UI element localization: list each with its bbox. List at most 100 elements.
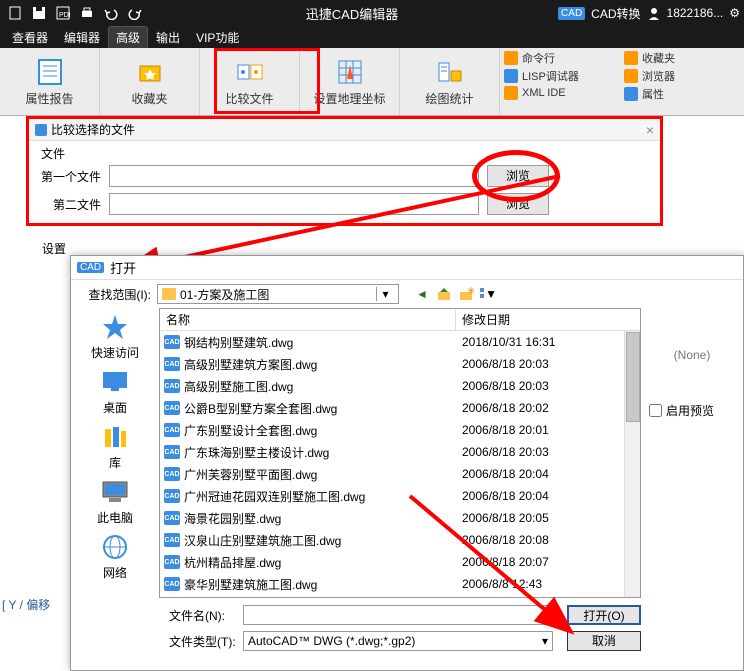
settings-icon[interactable]: ⚙ bbox=[729, 6, 740, 20]
open-sidebar: 快速访问 桌面 库 此电脑 网络 bbox=[71, 308, 159, 598]
cad-file-icon: CAD bbox=[164, 555, 180, 569]
filetype-dropdown[interactable]: AutoCAD™ DWG (*.dwg;*.gp2)▾ bbox=[243, 631, 553, 651]
menu-advanced[interactable]: 高级 bbox=[108, 26, 148, 49]
viewmode-icon[interactable]: ▼ bbox=[479, 285, 497, 303]
sidebar-network[interactable]: 网络 bbox=[97, 532, 133, 581]
enable-preview-checkbox[interactable]: 启用预览 bbox=[649, 402, 735, 419]
ribbon-props[interactable]: 属性 bbox=[624, 86, 706, 102]
scrollbar[interactable] bbox=[624, 331, 640, 597]
svg-text:✳: ✳ bbox=[467, 286, 474, 297]
cad-file-icon: CAD bbox=[164, 445, 180, 459]
sidebar-library[interactable]: 库 bbox=[97, 422, 133, 471]
file1-input[interactable] bbox=[109, 165, 479, 187]
ribbon-geo[interactable]: 设置地理坐标 bbox=[300, 48, 400, 115]
ribbon-cmdline[interactable]: 命令行 bbox=[504, 50, 616, 66]
cad-file-icon: CAD bbox=[164, 335, 180, 349]
compare-title: 比较选择的文件 × bbox=[29, 119, 660, 141]
compare-dialog: 比较选择的文件 × 文件 第一个文件 浏览 第二文件 浏览 bbox=[26, 116, 663, 226]
ribbon-fav2[interactable]: 收藏夹 bbox=[624, 50, 706, 66]
folder-dropdown[interactable]: 01-方案及施工图 ▾ bbox=[157, 284, 399, 304]
table-row[interactable]: CAD广州冠迪花园双连别墅施工图.dwg2006/8/18 20:04 bbox=[160, 485, 640, 507]
app-title: 迅捷CAD编辑器 bbox=[146, 4, 558, 23]
export-icon[interactable]: PDF bbox=[52, 2, 74, 24]
chevron-down-icon: ▾ bbox=[376, 287, 394, 301]
open-title: CAD 打开 bbox=[71, 256, 743, 280]
xmlide-icon bbox=[504, 86, 518, 100]
cad-badge: CAD bbox=[558, 7, 585, 20]
cad-file-icon: CAD bbox=[164, 423, 180, 437]
svg-text:PDF: PDF bbox=[59, 12, 70, 19]
ribbon-attr-report[interactable]: 属性报告 bbox=[0, 48, 100, 115]
workspace: 比较选择的文件 × 文件 第一个文件 浏览 第二文件 浏览 设置 bbox=[0, 116, 744, 669]
user-label[interactable]: 1822186... bbox=[667, 6, 724, 20]
newfolder-icon[interactable]: ✳ bbox=[457, 285, 475, 303]
table-row[interactable]: CAD广东别墅设计全套图.dwg2006/8/18 20:01 bbox=[160, 419, 640, 441]
sidebar-quickaccess[interactable]: 快速访问 bbox=[91, 312, 139, 361]
table-row[interactable]: CAD钢结构别墅建筑.dwg2018/10/31 16:31 bbox=[160, 331, 640, 353]
back-icon[interactable]: ◄ bbox=[413, 285, 431, 303]
col-date[interactable]: 修改日期 bbox=[456, 309, 640, 330]
table-row[interactable]: CAD海景花园别墅.dwg2006/8/18 20:05 bbox=[160, 507, 640, 529]
ribbon-lisp[interactable]: LISP调试器 bbox=[504, 68, 616, 84]
lookup-label: 查找范围(I): bbox=[81, 286, 151, 303]
table-row[interactable]: CAD广东珠海别墅主楼设计.dwg2006/8/18 20:03 bbox=[160, 441, 640, 463]
cad-convert-button[interactable]: CAD转换 bbox=[591, 5, 640, 22]
status-coord: [ Y / 偏移 bbox=[2, 596, 50, 613]
filetype-label: 文件类型(T): bbox=[169, 633, 237, 650]
table-row[interactable]: CAD杭州精品排屋.dwg2006/8/18 20:07 bbox=[160, 551, 640, 573]
cad-file-icon: CAD bbox=[164, 401, 180, 415]
undo-icon[interactable] bbox=[100, 2, 122, 24]
table-row[interactable]: CAD高级别墅建筑方案图.dwg2006/8/18 20:03 bbox=[160, 353, 640, 375]
menu-vip[interactable]: VIP功能 bbox=[188, 26, 247, 49]
table-row[interactable]: CAD豪华别墅建筑施工图.dwg2006/8/8 12:43 bbox=[160, 573, 640, 595]
col-name[interactable]: 名称 bbox=[160, 309, 456, 330]
table-row[interactable]: CAD广州芙蓉别墅平面图.dwg2006/8/18 20:04 bbox=[160, 463, 640, 485]
cad-file-icon: CAD bbox=[164, 467, 180, 481]
up-icon[interactable] bbox=[435, 285, 453, 303]
ribbon-favorites[interactable]: 收藏夹 bbox=[100, 48, 200, 115]
close-icon[interactable]: × bbox=[646, 122, 654, 138]
chevron-down-icon: ▾ bbox=[542, 634, 548, 648]
cad-file-icon: CAD bbox=[164, 357, 180, 371]
table-row[interactable]: CAD汉泉山庄别墅建筑施工图.dwg2006/8/18 20:08 bbox=[160, 529, 640, 551]
sidebar-desktop[interactable]: 桌面 bbox=[97, 367, 133, 416]
preview-pane: (None) 启用预览 bbox=[645, 308, 739, 598]
ribbon-stats[interactable]: 绘图统计 bbox=[400, 48, 500, 115]
menu-viewer[interactable]: 查看器 bbox=[4, 26, 56, 49]
preview-none: (None) bbox=[649, 348, 735, 362]
open-button[interactable]: 打开(O) bbox=[567, 605, 641, 625]
lisp-icon bbox=[504, 69, 518, 83]
filename-label: 文件名(N): bbox=[169, 607, 237, 624]
save-icon[interactable] bbox=[28, 2, 50, 24]
ribbon-side1: 命令行 LISP调试器 XML IDE bbox=[500, 48, 620, 115]
cad-file-icon: CAD bbox=[164, 533, 180, 547]
cad-file-icon: CAD bbox=[164, 379, 180, 393]
ribbon-browser[interactable]: 浏览器 bbox=[624, 68, 706, 84]
browse2-button[interactable]: 浏览 bbox=[487, 193, 549, 215]
cad-file-icon: CAD bbox=[164, 511, 180, 525]
menu-editor[interactable]: 编辑器 bbox=[56, 26, 108, 49]
ribbon-side2: 收藏夹 浏览器 属性 bbox=[620, 48, 710, 115]
ribbon-compare[interactable]: 比较文件 bbox=[200, 48, 300, 115]
menu-output[interactable]: 输出 bbox=[148, 26, 188, 49]
filename-input[interactable]: ▾ bbox=[243, 605, 553, 625]
table-row[interactable]: CAD公爵B型别墅方案全套图.dwg2006/8/18 20:02 bbox=[160, 397, 640, 419]
sidebar-thispc[interactable]: 此电脑 bbox=[97, 477, 133, 526]
props-icon bbox=[624, 87, 638, 101]
cad-file-icon: CAD bbox=[164, 489, 180, 503]
file-section-label: 文件 bbox=[41, 145, 648, 162]
cad-file-icon: CAD bbox=[164, 577, 180, 591]
menubar: 查看器 编辑器 高级 输出 VIP功能 bbox=[0, 26, 744, 48]
settings-label: 设置 bbox=[42, 240, 66, 257]
new-icon[interactable] bbox=[4, 2, 26, 24]
redo-icon[interactable] bbox=[124, 2, 146, 24]
ribbon-xmlide[interactable]: XML IDE bbox=[504, 86, 616, 100]
file-list[interactable]: 名称 修改日期 CAD钢结构别墅建筑.dwg2018/10/31 16:31CA… bbox=[159, 308, 641, 598]
fav2-icon bbox=[624, 51, 638, 65]
print-icon[interactable] bbox=[76, 2, 98, 24]
open-dialog: CAD 打开 查找范围(I): 01-方案及施工图 ▾ ◄ ✳ ▼ 快速访问 bbox=[70, 255, 744, 671]
table-row[interactable]: CAD高级别墅施工图.dwg2006/8/18 20:03 bbox=[160, 375, 640, 397]
browse1-button[interactable]: 浏览 bbox=[487, 165, 549, 187]
file2-input[interactable] bbox=[109, 193, 479, 215]
cancel-button[interactable]: 取消 bbox=[567, 631, 641, 651]
